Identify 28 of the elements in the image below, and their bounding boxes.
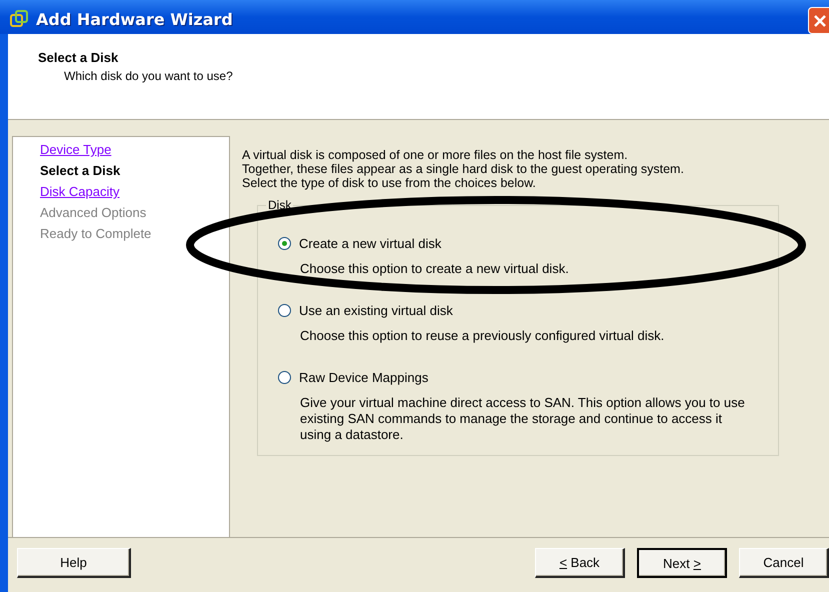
dialog-button[interactable]: Help [17, 548, 131, 578]
group-legend: Disk [266, 198, 294, 212]
option-label[interactable]: Use an existing virtual disk [299, 303, 453, 318]
close-icon [813, 14, 827, 28]
step-link[interactable]: Disk Capacity [40, 183, 229, 200]
dialog-button[interactable]: Next > [637, 548, 727, 578]
radio-button[interactable] [278, 304, 291, 317]
intro-text: Together, these files appear as a single hard disk to the guest operating system. [242, 162, 685, 176]
intro-text: Select the type of disk to use from the choices below. [242, 176, 537, 190]
option-label[interactable]: Create a new virtual disk [299, 236, 442, 251]
radio-button[interactable] [278, 371, 291, 384]
app-logo-icon [10, 10, 28, 28]
dialog-button[interactable]: < Back [535, 548, 625, 578]
dialog-button[interactable]: Cancel [739, 548, 829, 578]
close-button[interactable] [808, 7, 829, 34]
window-title: Add Hardware Wizard [36, 10, 233, 28]
option-description: Choose this option to reuse a previously configured virtual disk. [300, 328, 666, 344]
step-label: Advanced Options [40, 204, 148, 221]
option-label[interactable]: Raw Device Mappings [299, 370, 428, 385]
radio-button[interactable] [278, 237, 291, 250]
page-subtitle: Which disk do you want to use? [64, 69, 234, 83]
step-link[interactable]: Device Type [40, 141, 229, 158]
step-label: Ready to Complete [40, 225, 152, 242]
option-description: Give your virtual machine direct access to SAN. This option allows you to use existing SAN commands to manage the storage and continue to access it using a datastore. [300, 395, 746, 443]
intro-text: A virtual disk is composed of one or more files on the host file system. [242, 148, 629, 162]
option-description: Choose this option to create a new virtual disk. [300, 261, 570, 277]
page-title: Select a Disk [38, 50, 120, 65]
step-label: Select a Disk [40, 162, 122, 179]
